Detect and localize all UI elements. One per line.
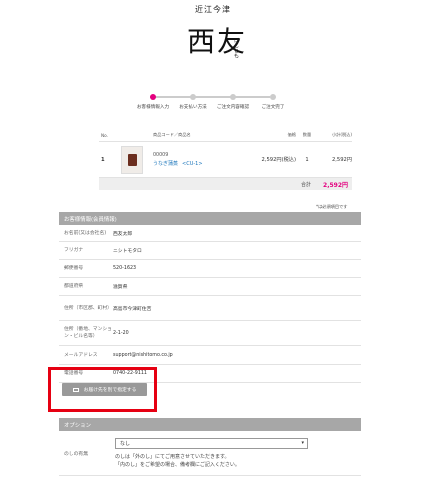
info-label: フリガナ xyxy=(64,248,84,253)
item-price: 2,592円(税込) xyxy=(261,157,296,163)
info-row-prefecture: 都道府県 滋賀県 xyxy=(59,278,361,296)
info-label: お名前(又は会社名) xyxy=(64,230,107,236)
item-name[interactable]: うなぎ蒲蒸 xyxy=(153,161,178,167)
step-dot xyxy=(270,94,276,100)
item-name-link[interactable]: うなぎ蒲蒸 <CU-1> xyxy=(153,160,248,167)
cart-table: No. 商品コード／商品名 価格 数量 小計(税込) 1 00009 うなぎ蒲蒸… xyxy=(99,129,352,190)
noshi-select[interactable]: なし ▾ xyxy=(115,438,308,449)
truck-icon xyxy=(72,387,79,392)
item-subtotal: 2,592円 xyxy=(331,157,352,163)
total-row: 合計 2,592円 xyxy=(99,178,352,190)
item-qty: 1 xyxy=(305,156,309,163)
customer-info-table: お名前(又は会社名) 西友太郎 フリガナ ニシトモタロ 郵便番号 520-162… xyxy=(59,225,361,383)
logo-sub-text: にしとも xyxy=(233,38,239,58)
noshi-note: のしは「外のし」にてご用意させていただきます。 「内のし」をご希望の場合、備考欄… xyxy=(115,453,240,469)
col-name: 商品コード／商品名 xyxy=(153,132,191,137)
noshi-note-line1: のしは「外のし」にてご用意させていただきます。 xyxy=(115,454,230,460)
checkout-steps: お客様情報入力 お支払い方法 ご注文内容確認 ご注文完了 xyxy=(137,93,298,113)
specify-address-button[interactable]: お届け先を別で指定する xyxy=(62,383,147,396)
info-value: 2-1-20 xyxy=(113,330,129,336)
info-row-kana: フリガナ ニシトモタロ xyxy=(59,242,361,260)
specify-address-label: お届け先を別で指定する xyxy=(83,388,137,393)
info-row-address1: 住所（市区郡、町村） 高島市今津町住吉 xyxy=(59,296,361,321)
col-price: 価格 xyxy=(287,132,296,137)
col-qty: 数量 xyxy=(302,132,312,137)
step-dot xyxy=(190,94,196,100)
step-dot xyxy=(230,94,236,100)
info-row-address2: 住所（番地、マンション・ビル名等） 2-1-20 xyxy=(59,321,361,346)
info-label: 住所（番地、マンション・ビル名等） xyxy=(64,327,112,339)
col-no: No. xyxy=(101,132,108,138)
option-heading: オプション xyxy=(59,418,361,431)
cart-header: No. 商品コード／商品名 価格 数量 小計(税込) xyxy=(99,129,352,142)
info-row-name: お名前(又は会社名) 西友太郎 xyxy=(59,225,361,242)
item-code: 00009 xyxy=(153,152,169,158)
item-spec[interactable]: <CU-1> xyxy=(182,161,203,167)
store-logo[interactable]: 近江今津 西友 にしとも xyxy=(175,2,255,72)
noshi-label: のしの有無 xyxy=(64,452,88,457)
item-name-cell: 00009 うなぎ蒲蒸 <CU-1> xyxy=(153,153,248,167)
step-label: ご注文完了 xyxy=(261,105,285,110)
info-label: 郵便番号 xyxy=(64,266,84,271)
info-row-zip: 郵便番号 520-1623 xyxy=(59,260,361,278)
info-row-email: メールアドレス support@nishitomo.co.jp xyxy=(59,346,361,365)
total-label: 合計 xyxy=(301,181,312,188)
info-value: 滋賀県 xyxy=(113,285,128,290)
info-value: ニシトモタロ xyxy=(113,249,142,254)
noshi-row: のしの有無 なし ▾ のしは「外のし」にてご用意させていただきます。 「内のし」… xyxy=(59,432,361,476)
customer-info-heading: お客様情報(会員情報) xyxy=(59,212,361,225)
info-value: 高島市今津町住吉 xyxy=(113,306,152,312)
noshi-note-line2: 「内のし」をご希望の場合、備考欄にご記入ください。 xyxy=(115,462,240,468)
logo-top-text: 近江今津 xyxy=(195,5,231,14)
info-label: メールアドレス xyxy=(64,352,98,358)
info-label: 住所（市区郡、町村） xyxy=(64,305,112,311)
step-dot xyxy=(150,94,156,100)
product-thumbnail[interactable] xyxy=(121,145,143,174)
item-no: 1 xyxy=(101,156,105,163)
table-row: 1 00009 うなぎ蒲蒸 <CU-1> 2,592円(税込) 1 2,592円 xyxy=(99,142,352,178)
item-image[interactable] xyxy=(121,145,153,174)
chevron-down-icon: ▾ xyxy=(301,440,304,446)
info-value: support@nishitomo.co.jp xyxy=(113,352,173,358)
info-value: 西友太郎 xyxy=(113,231,133,237)
noshi-selected: なし xyxy=(120,441,131,447)
required-note: *は必須項目です xyxy=(316,204,348,209)
total-value: 2,592円 xyxy=(323,181,348,189)
step-complete: ご注文完了 xyxy=(248,93,298,110)
info-value: 520-1623 xyxy=(113,266,137,271)
col-subtotal: 小計(税込) xyxy=(331,132,352,137)
info-label: 都道府県 xyxy=(64,284,84,289)
